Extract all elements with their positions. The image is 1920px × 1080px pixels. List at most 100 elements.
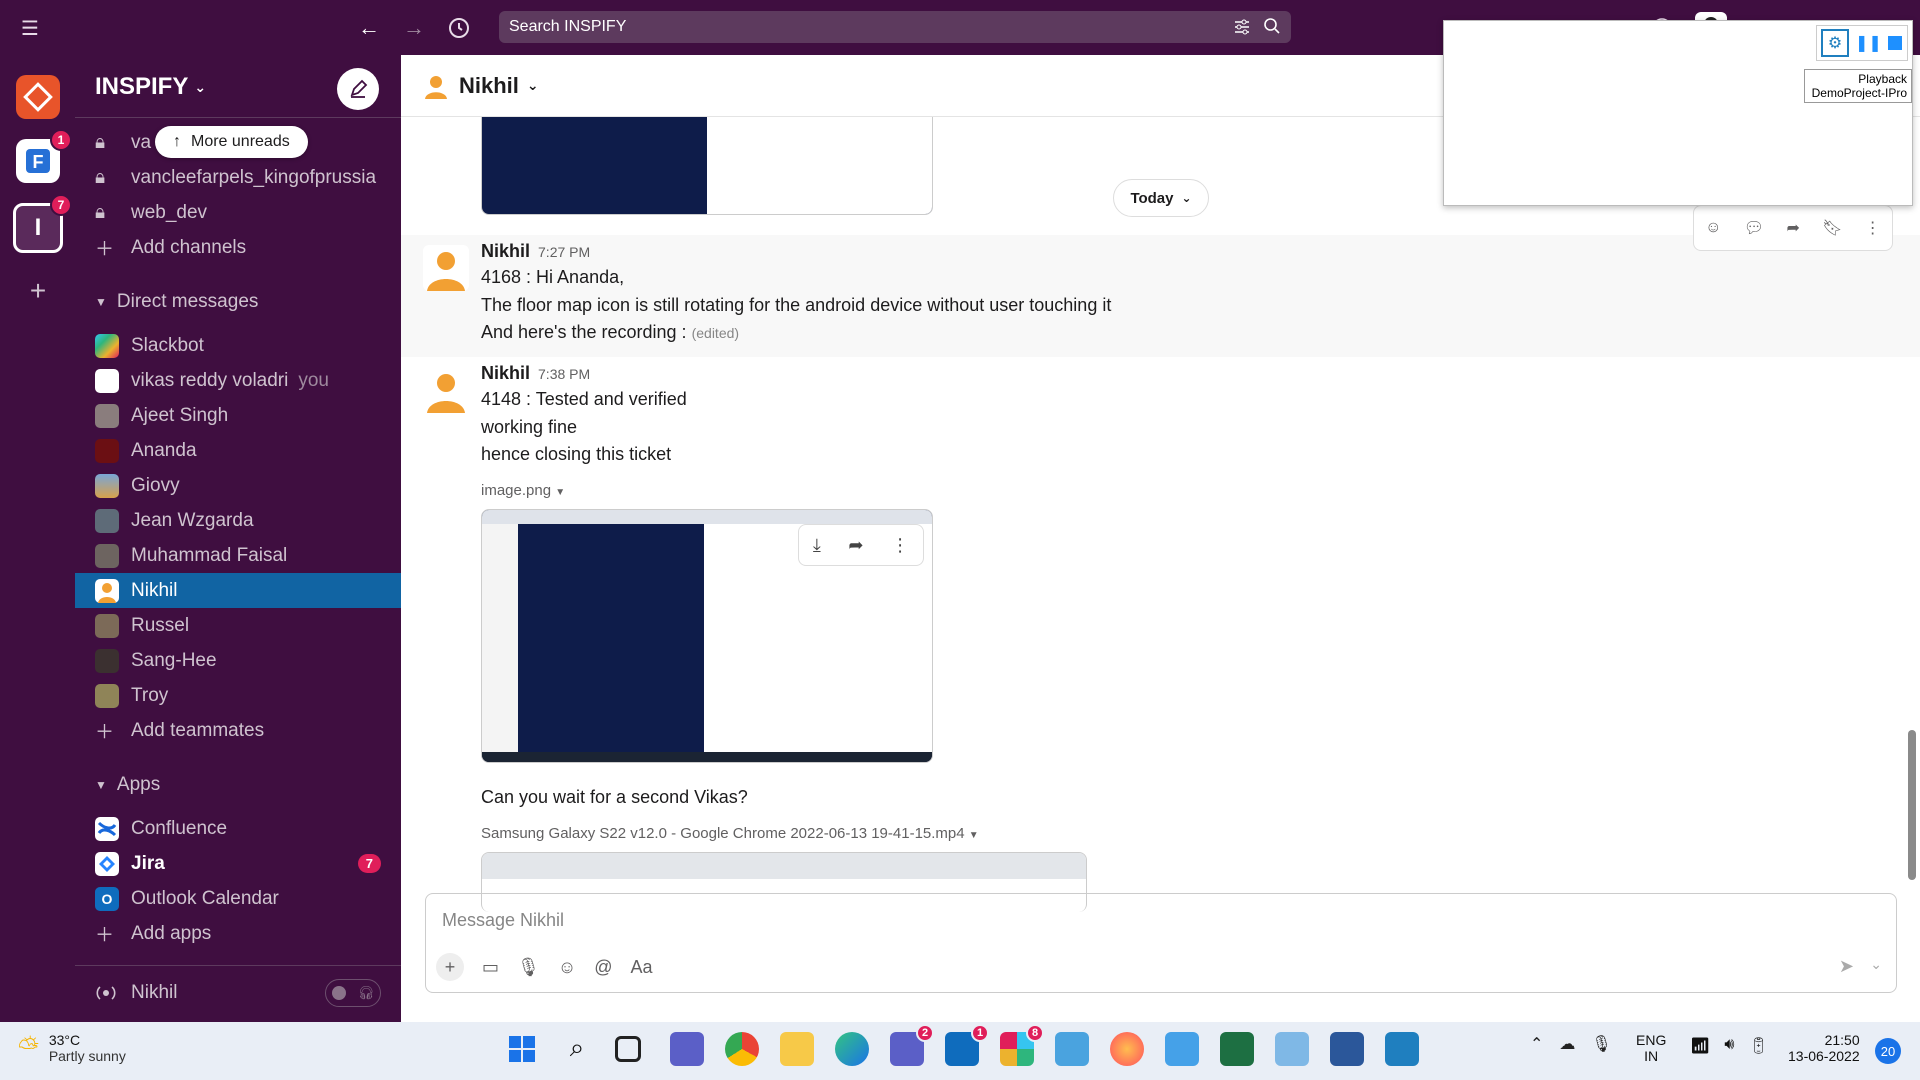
workspace-name[interactable]: INSPIFY ⌄ xyxy=(95,73,206,101)
stop-icon[interactable] xyxy=(1887,36,1902,50)
forward-arrow-icon[interactable]: → xyxy=(400,14,428,42)
microphone-icon[interactable]: 🎙︎ xyxy=(1591,1034,1611,1054)
recorder-logo-icon[interactable]: ⚙ xyxy=(1821,29,1849,57)
edge-icon[interactable] xyxy=(835,1032,869,1066)
playback-label: Playback DemoProject-IPro xyxy=(1804,69,1912,103)
filter-icon[interactable] xyxy=(1233,18,1251,41)
menu-icon[interactable]: ☰ xyxy=(18,16,42,40)
apps-header[interactable]: ▼ Apps xyxy=(95,774,160,796)
more-options-icon[interactable]: ⋮ xyxy=(1865,218,1881,238)
scrollbar[interactable] xyxy=(1908,730,1916,880)
notepad-icon[interactable] xyxy=(1055,1032,1089,1066)
dm-muhammad[interactable]: Muhammad Faisal xyxy=(75,538,401,573)
chat-icon[interactable] xyxy=(670,1032,704,1066)
huddle-toggle[interactable]: 🎧︎ xyxy=(325,978,381,1007)
avatar xyxy=(423,245,469,291)
weather-widget[interactable]: ⛅︎ 33°C Partly sunny xyxy=(18,1032,126,1064)
author-name[interactable]: Nikhil xyxy=(481,363,530,383)
more-unreads-button[interactable]: ↑ More unreads xyxy=(155,126,308,158)
timestamp[interactable]: 7:27 PM xyxy=(538,244,590,260)
slack-icon[interactable]: 8 xyxy=(1000,1024,1044,1066)
app-jira[interactable]: Jira 7 xyxy=(75,846,401,881)
author-name[interactable]: Nikhil xyxy=(481,241,530,261)
app-confluence[interactable]: Confluence xyxy=(75,811,401,846)
recorder-app-icon[interactable] xyxy=(1385,1032,1419,1066)
search-icon[interactable]: ⌕ xyxy=(560,1032,594,1066)
workspace-icon-1[interactable] xyxy=(16,75,60,119)
chrome-icon[interactable] xyxy=(725,1032,759,1066)
send-options-chevron-icon[interactable]: ⌄ xyxy=(1870,956,1882,973)
pause-icon[interactable]: ❚❚ xyxy=(1855,33,1882,53)
add-channels[interactable]: ＋ Add channels xyxy=(75,230,401,265)
dm-russel[interactable]: Russel xyxy=(75,608,401,643)
reply-thread-icon[interactable]: 💬︎ xyxy=(1744,218,1764,238)
app-outlook-calendar[interactable]: O Outlook Calendar xyxy=(75,881,401,916)
dm-jean[interactable]: Jean Wzgarda xyxy=(75,503,401,538)
history-icon[interactable] xyxy=(445,14,473,42)
file-name[interactable]: image.png ▼ xyxy=(481,482,565,499)
mention-icon[interactable]: @ xyxy=(594,957,612,978)
workspace-icon-inspify[interactable]: I 7 xyxy=(13,194,72,253)
firefox-icon[interactable] xyxy=(1110,1032,1144,1066)
channel-vancleefarpels-kingofprussia[interactable]: 🔒︎ vancleefarpels_kingofprussia xyxy=(75,160,401,195)
dm-vikas[interactable]: vikas reddy voladri you xyxy=(75,363,401,398)
task-view-icon[interactable] xyxy=(615,1036,641,1062)
dm-slackbot[interactable]: Slackbot xyxy=(75,328,401,363)
message[interactable]: Nikhil 7:38 PM 4148 : Tested and verified… xyxy=(401,357,1920,947)
huddle-row[interactable]: Nikhil 🎧︎ xyxy=(75,975,401,1010)
excel-icon[interactable] xyxy=(1220,1032,1254,1066)
clock[interactable]: 21:50 13-06-2022 xyxy=(1788,1032,1860,1064)
video-clip-icon[interactable]: ▭ xyxy=(482,957,499,978)
share-icon[interactable]: ➦ xyxy=(848,535,863,556)
outlook-icon[interactable]: 1 xyxy=(945,1024,989,1066)
compose-button[interactable] xyxy=(337,68,379,110)
channel-label: va xyxy=(131,131,152,153)
add-reaction-icon[interactable]: ☺ xyxy=(1705,219,1721,237)
message-input[interactable]: Message Nikhil xyxy=(442,910,564,931)
workspace-icon-2[interactable]: F 1 xyxy=(16,129,72,183)
volume-icon[interactable]: 🔊︎ xyxy=(1724,1036,1734,1056)
dm-label: Nikhil xyxy=(131,579,178,601)
language-indicator[interactable]: ENG IN xyxy=(1636,1032,1666,1064)
word-icon[interactable] xyxy=(1330,1032,1364,1066)
notification-badge[interactable]: 20 xyxy=(1875,1038,1901,1064)
start-icon[interactable] xyxy=(505,1032,539,1066)
add-teammates[interactable]: ＋ Add teammates xyxy=(75,713,401,748)
battery-icon[interactable]: 🔋︎ xyxy=(1748,1036,1768,1056)
formatting-icon[interactable]: Aa xyxy=(631,957,653,978)
add-workspace-icon[interactable]: + xyxy=(24,275,52,306)
dm-ajeet[interactable]: Ajeet Singh xyxy=(75,398,401,433)
back-arrow-icon[interactable]: ← xyxy=(355,14,383,42)
timestamp[interactable]: 7:38 PM xyxy=(538,366,590,382)
dm-troy[interactable]: Troy xyxy=(75,678,401,713)
channel-web-dev[interactable]: 🔒︎ web_dev xyxy=(75,195,401,230)
chevron-up-icon[interactable]: ⌃ xyxy=(1530,1034,1543,1054)
microphone-icon[interactable]: 🎙︎ xyxy=(517,957,540,978)
previous-image-thumbnail[interactable] xyxy=(481,117,933,215)
dm-ananda[interactable]: Ananda xyxy=(75,433,401,468)
date-divider-today[interactable]: Today ⌄ xyxy=(1113,179,1209,217)
video-file-name[interactable]: Samsung Galaxy S22 v12.0 - Google Chrome… xyxy=(481,825,979,842)
dm-nikhil[interactable]: Nikhil xyxy=(75,573,401,608)
teams-icon[interactable]: 2 xyxy=(890,1024,934,1066)
download-icon[interactable]: ⤓ xyxy=(813,535,821,556)
emoji-icon[interactable]: ☺ xyxy=(558,957,576,978)
wifi-icon[interactable]: 📶︎ xyxy=(1690,1036,1710,1056)
message[interactable]: Nikhil 7:27 PM 4168 : Hi Ananda, The floo… xyxy=(401,235,1920,357)
snipping-icon[interactable] xyxy=(1165,1032,1199,1066)
search-input[interactable]: Search INSPIFY xyxy=(499,11,1291,43)
direct-messages-header[interactable]: ▼ Direct messages xyxy=(95,291,258,313)
add-apps[interactable]: ＋ Add apps xyxy=(75,916,401,951)
paint-icon[interactable] xyxy=(1275,1032,1309,1066)
file-explorer-icon[interactable] xyxy=(780,1032,814,1066)
share-icon[interactable]: ➦ xyxy=(1786,218,1799,238)
send-icon[interactable]: ➤ xyxy=(1839,956,1854,977)
bookmark-icon[interactable]: 🔖︎ xyxy=(1822,218,1842,238)
dm-giovy[interactable]: Giovy xyxy=(75,468,401,503)
image-attachment[interactable]: ⤓ ➦ ⋮ xyxy=(481,509,933,763)
dm-sang-hee[interactable]: Sang-Hee xyxy=(75,643,401,678)
onedrive-icon[interactable]: ☁ xyxy=(1559,1034,1575,1054)
search-icon[interactable] xyxy=(1263,17,1281,40)
attach-plus-icon[interactable]: + xyxy=(436,953,464,981)
more-options-icon[interactable]: ⋮ xyxy=(891,535,909,556)
